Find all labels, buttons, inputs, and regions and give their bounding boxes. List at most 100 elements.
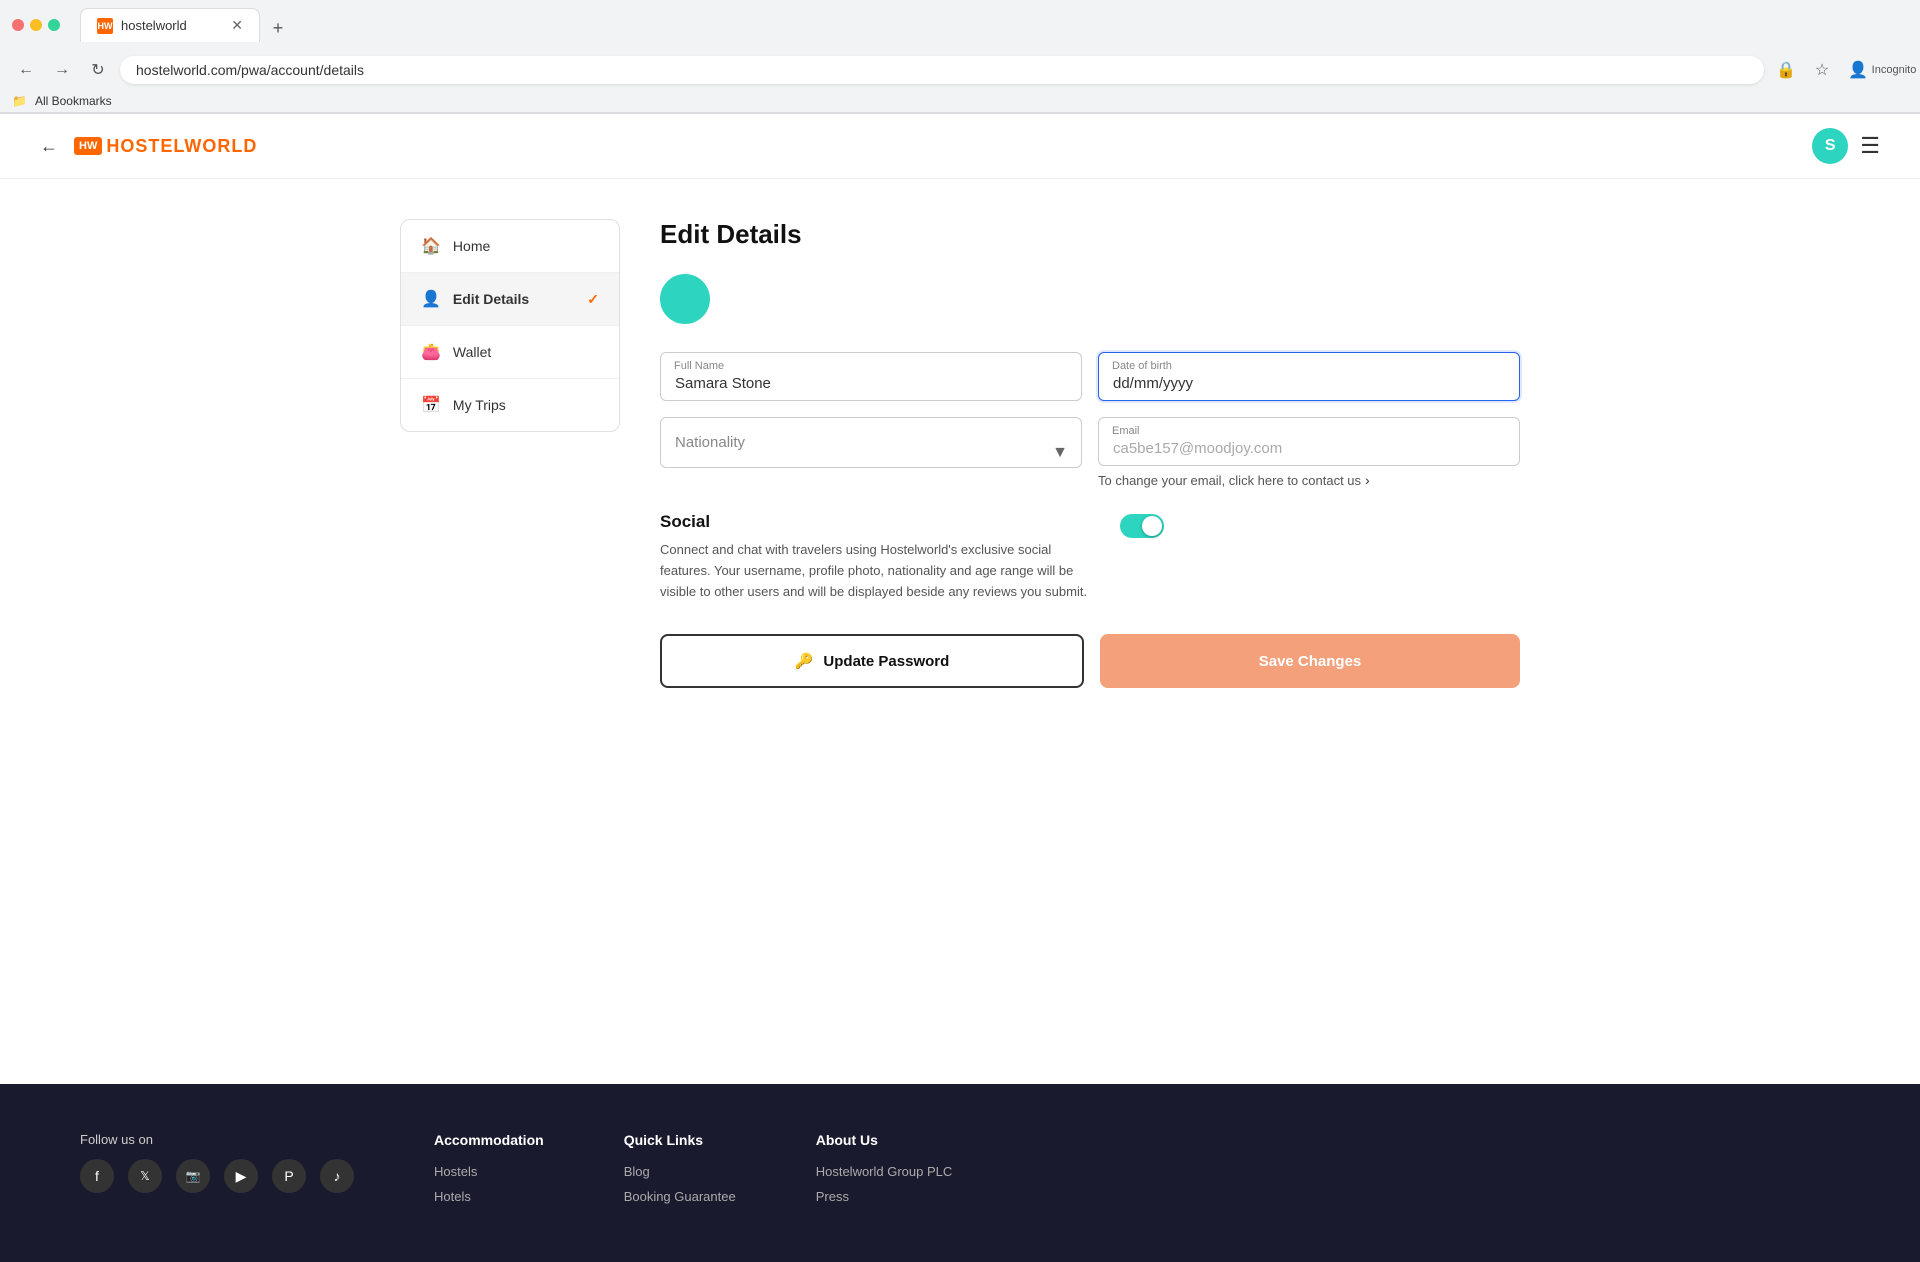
pinterest-icon[interactable]: P — [272, 1159, 306, 1193]
dob-input[interactable] — [1098, 352, 1520, 401]
logo-box: HW — [74, 137, 102, 155]
maximize-window-btn[interactable] — [48, 19, 60, 31]
browser-tab[interactable]: HW hostelworld ✕ — [80, 8, 260, 42]
bookmarks-bar: 📁 All Bookmarks — [0, 90, 1920, 113]
sidebar-item-edit-details[interactable]: 👤 Edit Details ✓ — [401, 273, 619, 326]
logo-text: HOSTELWORLD — [106, 136, 257, 157]
social-toggle[interactable] — [1120, 514, 1164, 538]
forward-nav-btn[interactable]: → — [48, 56, 76, 84]
sidebar-item-home-label: Home — [453, 238, 490, 254]
page-title: Edit Details — [660, 219, 1520, 250]
update-password-button[interactable]: 🔑 Update Password — [660, 634, 1084, 688]
page-wrapper: ← HW HOSTELWORLD S ☰ 🏠 Home 👤 Edit Detai… — [0, 114, 1920, 1084]
bookmarks-label[interactable]: All Bookmarks — [35, 94, 112, 108]
email-change-arrow-icon: › — [1365, 472, 1370, 488]
logo: HW HOSTELWORLD — [74, 136, 257, 157]
form-row-1: Full Name Date of birth — [660, 352, 1520, 401]
back-button[interactable]: ← — [40, 136, 58, 157]
save-changes-button[interactable]: Save Changes — [1100, 634, 1520, 688]
footer-link-blog[interactable]: Blog — [624, 1164, 736, 1179]
nationality-field: Nationality ▼ — [660, 417, 1082, 488]
follow-text: Follow us on — [80, 1132, 354, 1147]
profile-icon[interactable]: 👤 — [1844, 56, 1872, 84]
incognito-label: Incognito — [1880, 56, 1908, 84]
key-icon: 🔑 — [795, 652, 814, 670]
footer-accommodation: Accommodation Hostels Hotels — [434, 1132, 544, 1214]
youtube-icon[interactable]: ▶ — [224, 1159, 258, 1193]
bookmark-star-icon[interactable]: ☆ — [1808, 56, 1836, 84]
sidebar-item-my-trips-label: My Trips — [453, 397, 506, 413]
close-window-btn[interactable] — [12, 19, 24, 31]
header-right: S ☰ — [1812, 128, 1880, 164]
social-title: Social — [660, 512, 1100, 532]
window-controls — [12, 19, 60, 31]
footer-about: About Us Hostelworld Group PLC Press — [816, 1132, 953, 1214]
quick-links-heading: Quick Links — [624, 1132, 736, 1148]
avatar-large — [660, 274, 710, 324]
instagram-icon[interactable]: 📷 — [176, 1159, 210, 1193]
chevron-right-icon: ✓ — [587, 291, 599, 308]
user-icon: 👤 — [421, 289, 441, 309]
footer-link-hostelworld-group[interactable]: Hostelworld Group PLC — [816, 1164, 953, 1179]
address-input[interactable] — [120, 56, 1764, 84]
tab-bar: HW hostelworld ✕ + — [68, 8, 304, 42]
footer-link-hostels[interactable]: Hostels — [434, 1164, 544, 1179]
sidebar: 🏠 Home 👤 Edit Details ✓ 👛 Wallet 📅 My Tr… — [400, 219, 620, 688]
content-area: Edit Details Full Name Date of birth Nat… — [660, 219, 1520, 688]
refresh-btn[interactable]: ↻ — [84, 56, 112, 84]
browser-icons: 🔒 ☆ 👤 Incognito — [1772, 56, 1908, 84]
tab-favicon: HW — [97, 18, 113, 34]
social-section: Social Connect and chat with travelers u… — [660, 512, 1520, 602]
button-row: 🔑 Update Password Save Changes — [660, 634, 1520, 688]
email-change-text: To change your email, click here to cont… — [1098, 473, 1361, 488]
footer-link-hotels[interactable]: Hotels — [434, 1189, 544, 1204]
sidebar-item-my-trips[interactable]: 📅 My Trips — [401, 379, 619, 431]
footer-quick-links: Quick Links Blog Booking Guarantee — [624, 1132, 736, 1214]
twitter-x-icon[interactable]: 𝕏 — [128, 1159, 162, 1193]
header-left: ← HW HOSTELWORLD — [40, 136, 257, 157]
home-icon: 🏠 — [421, 236, 441, 256]
facebook-icon[interactable]: f — [80, 1159, 114, 1193]
address-bar-row: ← → ↻ 🔒 ☆ 👤 Incognito — [0, 50, 1920, 90]
minimize-window-btn[interactable] — [30, 19, 42, 31]
new-tab-btn[interactable]: + — [264, 14, 292, 42]
footer: Follow us on f 𝕏 📷 ▶ P ♪ Accommodation H… — [0, 1084, 1920, 1262]
sidebar-item-wallet[interactable]: 👛 Wallet — [401, 326, 619, 379]
footer-link-press[interactable]: Press — [816, 1189, 953, 1204]
social-icons-row: f 𝕏 📷 ▶ P ♪ — [80, 1159, 354, 1193]
sidebar-item-wallet-label: Wallet — [453, 344, 491, 360]
site-header: ← HW HOSTELWORLD S ☰ — [0, 114, 1920, 179]
full-name-field: Full Name — [660, 352, 1082, 401]
hamburger-menu-btn[interactable]: ☰ — [1860, 133, 1880, 159]
tab-title: hostelworld — [121, 18, 187, 33]
social-text: Social Connect and chat with travelers u… — [660, 512, 1100, 602]
tiktok-icon[interactable]: ♪ — [320, 1159, 354, 1193]
privacy-icon[interactable]: 🔒 — [1772, 56, 1800, 84]
sidebar-item-edit-details-label: Edit Details — [453, 291, 529, 307]
avatar[interactable]: S — [1812, 128, 1848, 164]
footer-follow: Follow us on f 𝕏 📷 ▶ P ♪ — [80, 1132, 354, 1214]
trips-icon: 📅 — [421, 395, 441, 415]
form-row-2: Nationality ▼ Email To change your email… — [660, 417, 1520, 488]
update-password-label: Update Password — [823, 653, 949, 670]
full-name-input[interactable] — [660, 352, 1082, 401]
sidebar-item-home[interactable]: 🏠 Home — [401, 220, 619, 273]
social-description: Connect and chat with travelers using Ho… — [660, 540, 1100, 602]
nationality-select[interactable]: Nationality — [660, 417, 1082, 468]
email-field-group: Email To change your email, click here t… — [1098, 417, 1520, 488]
back-nav-btn[interactable]: ← — [12, 56, 40, 84]
social-row: Social Connect and chat with travelers u… — [660, 512, 1520, 602]
browser-chrome: HW hostelworld ✕ + ← → ↻ 🔒 ☆ 👤 Incognito… — [0, 0, 1920, 114]
accommodation-heading: Accommodation — [434, 1132, 544, 1148]
sidebar-card: 🏠 Home 👤 Edit Details ✓ 👛 Wallet 📅 My Tr… — [400, 219, 620, 432]
wallet-icon: 👛 — [421, 342, 441, 362]
email-change-link[interactable]: To change your email, click here to cont… — [1098, 472, 1520, 488]
tab-close-btn[interactable]: ✕ — [231, 17, 243, 34]
dob-field: Date of birth — [1098, 352, 1520, 401]
email-input[interactable] — [1098, 417, 1520, 466]
footer-link-booking-guarantee[interactable]: Booking Guarantee — [624, 1189, 736, 1204]
toggle-knob — [1142, 516, 1162, 536]
main-container: 🏠 Home 👤 Edit Details ✓ 👛 Wallet 📅 My Tr… — [360, 179, 1560, 728]
save-changes-label: Save Changes — [1259, 653, 1362, 670]
about-heading: About Us — [816, 1132, 953, 1148]
